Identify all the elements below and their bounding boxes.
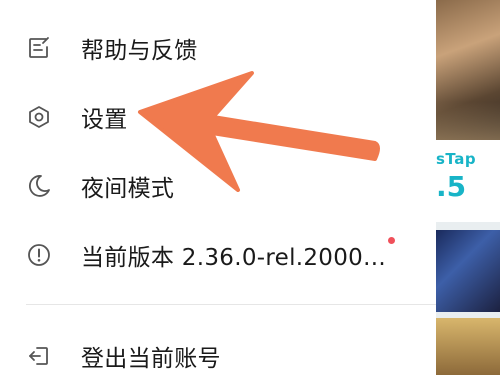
menu-item-version-label: 当前版本 2.36.0-rel.2000... (81, 245, 386, 271)
settings-hexagon-icon (26, 104, 52, 130)
background-game-card[interactable] (436, 230, 500, 312)
info-circle-icon (26, 242, 52, 268)
screen: sTap .5 帮助与反馈 设置 夜间模式 当前版本 2.36.0-rel.20… (0, 0, 500, 375)
background-bottom-card[interactable] (436, 318, 500, 375)
menu-item-settings[interactable]: 设置 (0, 87, 436, 147)
update-badge-dot (388, 237, 395, 244)
menu-item-version[interactable]: 当前版本 2.36.0-rel.2000... (0, 225, 436, 285)
menu-item-help-feedback[interactable]: 帮助与反馈 (0, 18, 436, 78)
menu-item-help-feedback-label: 帮助与反馈 (81, 38, 198, 64)
menu-item-logout-label: 登出当前账号 (81, 346, 221, 372)
side-drawer-menu: 帮助与反馈 设置 夜间模式 当前版本 2.36.0-rel.2000... 登出… (0, 0, 436, 375)
background-image-card[interactable] (436, 0, 500, 140)
menu-item-night-mode[interactable]: 夜间模式 (0, 156, 436, 216)
menu-item-night-mode-label: 夜间模式 (81, 176, 175, 202)
menu-item-settings-label: 设置 (81, 107, 128, 133)
menu-divider (26, 304, 436, 305)
menu-item-logout[interactable]: 登出当前账号 (0, 326, 436, 375)
background-number-text: .5 (436, 170, 467, 203)
moon-icon (26, 173, 52, 199)
feedback-icon (26, 35, 52, 61)
logout-icon (26, 343, 52, 369)
background-app[interactable]: sTap .5 (436, 0, 500, 375)
background-tag-text: sTap (436, 150, 477, 168)
